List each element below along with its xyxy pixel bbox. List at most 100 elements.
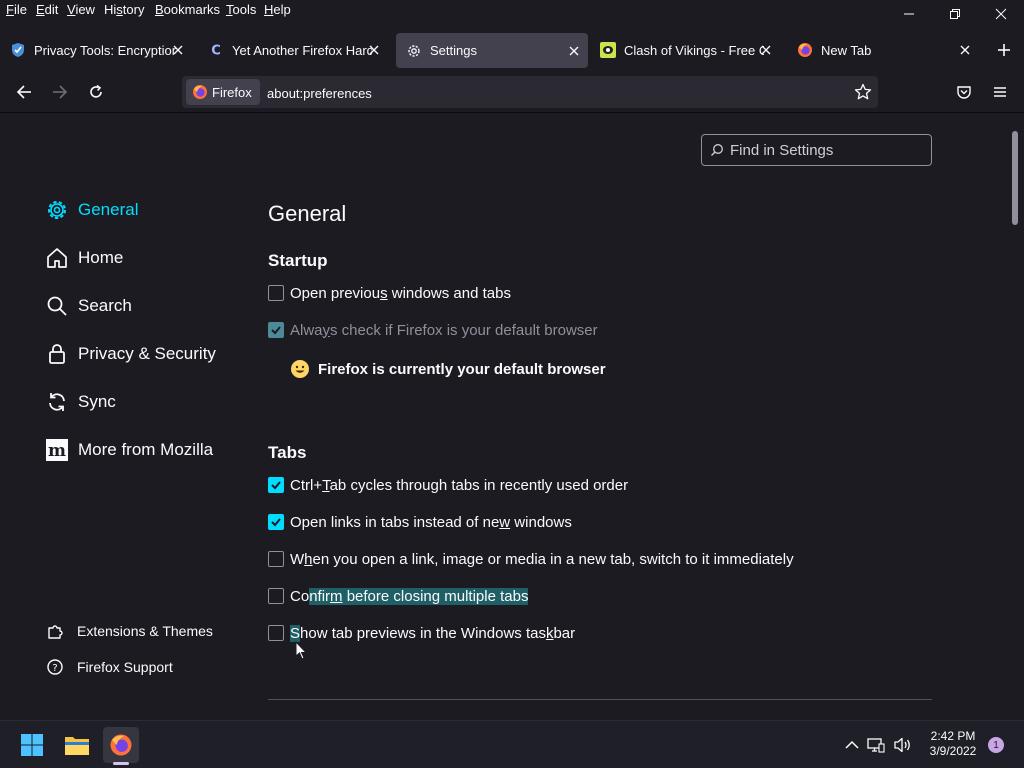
checkmark-icon <box>271 326 281 335</box>
clock[interactable]: 2:42 PM 3/9/2022 <box>922 729 984 759</box>
arrow-left-icon <box>16 85 31 99</box>
pocket-button[interactable] <box>950 78 978 106</box>
file-explorer-button[interactable] <box>59 727 95 763</box>
search-input[interactable] <box>728 139 926 161</box>
tab-close-button[interactable] <box>758 42 774 58</box>
speaker-icon <box>894 737 910 753</box>
mouse-cursor-icon <box>295 640 308 666</box>
tab-close-button[interactable] <box>566 43 582 59</box>
confirm-close-tabs-option[interactable]: Confirm before closing multiple tabs <box>268 586 529 606</box>
sidebar-item-home[interactable]: Home <box>44 241 123 275</box>
open-links-in-tabs-option[interactable]: Open links in tabs instead of new window… <box>268 512 572 532</box>
clock-time: 2:42 PM <box>930 729 976 743</box>
firefox-icon <box>110 734 132 756</box>
new-tab-button[interactable] <box>990 36 1018 64</box>
bookmark-star-button[interactable] <box>849 78 877 106</box>
app-menu-button[interactable] <box>986 78 1014 106</box>
close-icon <box>569 46 579 56</box>
gear-icon <box>44 197 70 223</box>
sidebar-extensions-themes[interactable]: Extensions & Themes <box>46 620 213 642</box>
plus-icon <box>998 44 1010 56</box>
sidebar-item-more-from-mozilla[interactable]: m More from Mozilla <box>44 433 213 467</box>
tab-previews-option[interactable]: Show tab previews in the Windows taskbar <box>268 623 575 643</box>
menu-history[interactable]: History <box>104 2 144 17</box>
checkbox[interactable] <box>268 514 284 530</box>
checkbox[interactable] <box>268 285 284 301</box>
tab-settings[interactable]: Settings <box>396 33 588 68</box>
arrow-right-icon <box>53 85 68 99</box>
find-in-settings[interactable] <box>701 134 932 166</box>
lock-icon <box>44 341 70 367</box>
tab-close-button[interactable] <box>957 42 973 58</box>
checkbox[interactable] <box>268 322 284 338</box>
taskbar: 2:42 PM 3/9/2022 1 <box>0 720 1024 768</box>
scrollbar-thumb[interactable] <box>1012 131 1018 225</box>
menu-file[interactable]: File <box>6 2 27 17</box>
forward-button[interactable] <box>46 78 74 106</box>
tab-close-button[interactable] <box>366 42 382 58</box>
eye-site-icon <box>600 42 616 58</box>
tab-strip: Privacy Tools: Encryption A C Yet Anothe… <box>0 32 1024 68</box>
tab-privacy-tools[interactable]: Privacy Tools: Encryption A <box>0 32 192 68</box>
tab-close-button[interactable] <box>170 42 186 58</box>
close-window-button[interactable] <box>978 0 1024 28</box>
back-button[interactable] <box>10 78 38 106</box>
gear-icon <box>406 43 422 59</box>
menu-bookmarks[interactable]: Bookmarks <box>155 2 220 17</box>
reload-button[interactable] <box>82 78 110 106</box>
firefox-taskbar-button[interactable] <box>103 727 139 765</box>
menu-edit[interactable]: Edit <box>36 2 58 17</box>
page-title: General <box>268 201 347 226</box>
network-button[interactable] <box>861 727 891 763</box>
checkbox[interactable] <box>268 477 284 493</box>
puzzle-icon <box>46 622 64 640</box>
tab-clash-of-vikings[interactable]: Clash of Vikings - Free Onl <box>590 32 780 68</box>
switch-to-new-tab-option[interactable]: When you open a link, image or media in … <box>268 549 794 569</box>
identity-box[interactable]: Firefox <box>186 79 260 105</box>
close-icon <box>995 8 1007 20</box>
menu-tools[interactable]: Tools <box>226 2 256 17</box>
sidebar-item-sync[interactable]: Sync <box>44 385 116 419</box>
checkbox[interactable] <box>268 551 284 567</box>
close-icon <box>960 45 970 55</box>
restore-button[interactable] <box>932 0 978 28</box>
close-icon <box>173 45 183 55</box>
smiley-icon <box>290 359 310 379</box>
sidebar-item-search[interactable]: Search <box>44 289 132 323</box>
startup-heading: Startup <box>268 251 328 270</box>
restore-icon <box>950 9 960 19</box>
section-divider <box>268 699 932 700</box>
sidebar-item-general[interactable]: General <box>44 193 138 227</box>
open-previous-windows-option[interactable]: Open previous windows and tabs <box>268 283 511 303</box>
close-icon <box>761 45 771 55</box>
home-icon <box>44 245 70 271</box>
preferences-page: General Home Search Privacy & Security S… <box>0 112 1024 720</box>
star-icon <box>854 83 872 100</box>
hamburger-icon <box>994 87 1006 97</box>
menu-help[interactable]: Help <box>264 2 291 17</box>
default-browser-status: Firefox is currently your default browse… <box>290 359 606 379</box>
sidebar-item-privacy[interactable]: Privacy & Security <box>44 337 216 371</box>
menu-bar: File Edit View History Bookmarks Tools H… <box>0 0 1024 22</box>
url-text[interactable]: about:preferences <box>267 86 372 101</box>
search-icon <box>710 143 724 162</box>
tab-yet-another-firefox[interactable]: C Yet Another Firefox Harden <box>198 32 388 68</box>
sidebar-firefox-support[interactable]: ? Firefox Support <box>46 656 173 678</box>
start-button[interactable] <box>14 727 50 763</box>
always-check-default-option[interactable]: Always check if Firefox is your default … <box>268 320 598 340</box>
ctrl-tab-option[interactable]: Ctrl+Tab cycles through tabs in recently… <box>268 475 628 495</box>
minimize-button[interactable] <box>886 0 932 28</box>
tab-new-tab[interactable]: New Tab <box>787 32 979 68</box>
checkmark-icon <box>271 481 281 490</box>
checkmark-icon <box>271 518 281 527</box>
volume-button[interactable] <box>888 727 918 763</box>
chevron-up-icon <box>845 740 859 749</box>
svg-text:m: m <box>48 441 66 461</box>
checkbox[interactable] <box>268 625 284 641</box>
menu-view[interactable]: View <box>67 2 95 17</box>
notification-badge[interactable]: 1 <box>988 737 1004 753</box>
minimize-icon <box>904 13 914 15</box>
checkbox[interactable] <box>268 588 284 604</box>
reload-icon <box>90 84 102 98</box>
shield-icon <box>10 42 26 58</box>
